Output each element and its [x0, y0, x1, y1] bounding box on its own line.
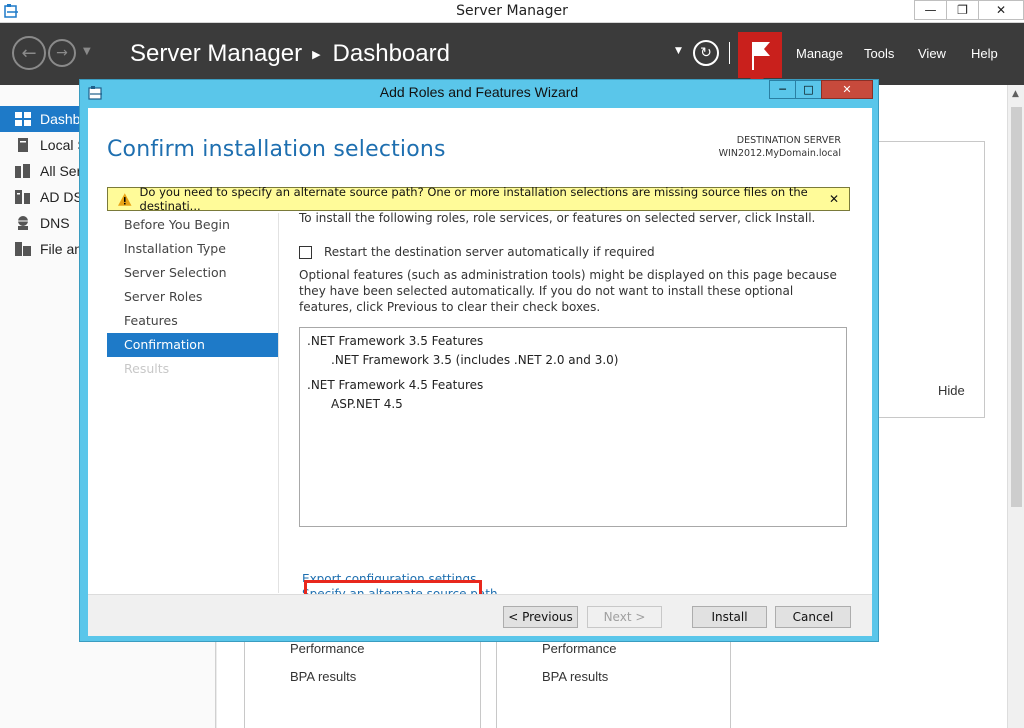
notifications-flag-button[interactable] [738, 32, 782, 86]
back-arrow-icon[interactable]: ← [12, 36, 46, 70]
list-item: .NET Framework 4.5 Features [307, 378, 484, 392]
previous-button[interactable]: < Previous [503, 606, 578, 628]
breadcrumb-page: Dashboard [332, 40, 450, 67]
restart-checkbox[interactable] [299, 245, 312, 259]
step-results: Results [124, 361, 170, 376]
list-item: .NET Framework 3.5 Features [307, 334, 484, 348]
menu-manage[interactable]: Manage [796, 46, 843, 61]
confirmation-content: To install the following roles, role ser… [299, 210, 849, 527]
breadcrumb-app[interactable]: Server Manager [130, 40, 302, 68]
hide-link[interactable]: Hide [938, 383, 965, 398]
sidebar-item-label: All Ser [40, 163, 82, 179]
restart-option[interactable]: Restart the destination server automatic… [299, 245, 655, 259]
scroll-thumb[interactable] [1011, 107, 1022, 507]
warning-text: Do you need to specify an alternate sour… [139, 185, 808, 213]
sidebar-item-label: AD DS [40, 189, 83, 205]
wizard-steps: Before You Begin Installation Type Serve… [107, 213, 278, 381]
vertical-scrollbar[interactable]: ▲ [1007, 85, 1024, 728]
step-before-you-begin[interactable]: Before You Begin [107, 213, 278, 237]
warning-banner[interactable]: Do you need to specify an alternate sour… [107, 185, 850, 213]
page-title: Confirm installation selections [107, 137, 446, 162]
tile-performance[interactable]: Performance [542, 641, 616, 656]
flag-icon [752, 42, 770, 70]
servers-icon [14, 163, 32, 179]
forward-arrow-icon[interactable]: → [48, 39, 76, 67]
welcome-tile [870, 141, 985, 418]
history-dropdown-icon[interactable]: ▼ [83, 46, 91, 57]
window-title: Server Manager [456, 3, 568, 19]
list-item: .NET Framework 3.5 (includes .NET 2.0 an… [331, 353, 619, 367]
tile-performance[interactable]: Performance [290, 641, 364, 656]
step-confirmation[interactable]: Confirmation [107, 333, 278, 357]
selections-list[interactable]: .NET Framework 3.5 Features .NET Framewo… [299, 327, 847, 527]
next-button: Next > [587, 606, 662, 628]
step-server-roles[interactable]: Server Roles [107, 285, 278, 309]
breadcrumb-separator-icon: ▶ [312, 48, 321, 61]
ad-icon [14, 189, 32, 205]
window-titlebar: Server Manager — ❐ ✕ [0, 0, 1024, 23]
destination-value: WIN2012.MyDomain.local [718, 148, 841, 159]
sidebar-item-label: File an [40, 241, 83, 257]
dialog-maximize-button[interactable]: □ [795, 80, 822, 99]
scroll-up-icon[interactable]: ▲ [1012, 89, 1019, 99]
destination-label: DESTINATION SERVER [736, 135, 841, 146]
install-button[interactable]: Install [692, 606, 767, 628]
destination-server: DESTINATION SERVER WIN2012.MyDomain.loca… [719, 134, 841, 160]
header-divider [729, 42, 730, 64]
close-button[interactable]: ✕ [978, 0, 1024, 20]
minimize-button[interactable]: — [914, 0, 947, 20]
menu-help[interactable]: Help [971, 46, 998, 61]
step-installation-type[interactable]: Installation Type [107, 237, 278, 261]
restart-label[interactable]: Restart the destination server automatic… [324, 245, 655, 259]
sidebar-item-label: DNS [40, 215, 70, 231]
warning-icon [118, 192, 132, 206]
dialog-title: Add Roles and Features Wizard [379, 84, 579, 100]
file-services-icon [14, 241, 32, 257]
sidebar-item-label: Dashb [40, 111, 81, 127]
app-header: ← → ▼ Server Manager ▶ Dashboard ▼ ↻ Man… [0, 23, 1024, 86]
optional-features-text: Optional features (such as administratio… [299, 268, 837, 314]
header-dropdown-icon[interactable]: ▼ [675, 46, 682, 56]
intro-text: To install the following roles, role ser… [299, 211, 816, 225]
refresh-icon[interactable]: ↻ [693, 40, 719, 66]
step-server-selection[interactable]: Server Selection [107, 261, 278, 285]
step-features[interactable]: Features [107, 309, 278, 333]
dialog-body: Confirm installation selections DESTINAT… [88, 108, 872, 636]
breadcrumb: Server Manager ▶ Dashboard [130, 40, 450, 68]
server-icon [14, 137, 32, 153]
wizard-button-bar: < Previous Next > Install Cancel [88, 594, 872, 636]
list-item: ASP.NET 4.5 [331, 397, 403, 411]
dialog-close-button[interactable]: ✕ [821, 80, 873, 99]
nav-divider [278, 213, 279, 593]
tile-bpa-results[interactable]: BPA results [290, 669, 356, 684]
close-icon[interactable]: ✕ [829, 192, 839, 206]
menu-tools[interactable]: Tools [864, 46, 894, 61]
menu-view[interactable]: View [918, 46, 946, 61]
tile-bpa-results[interactable]: BPA results [542, 669, 608, 684]
restore-button[interactable]: ❐ [946, 0, 979, 20]
dashboard-icon [14, 111, 32, 127]
cancel-button[interactable]: Cancel [775, 606, 851, 628]
add-roles-wizard-dialog: Add Roles and Features Wizard ─ □ ✕ Conf… [79, 79, 879, 642]
dialog-minimize-button[interactable]: ─ [769, 80, 796, 99]
dns-icon [14, 215, 32, 231]
